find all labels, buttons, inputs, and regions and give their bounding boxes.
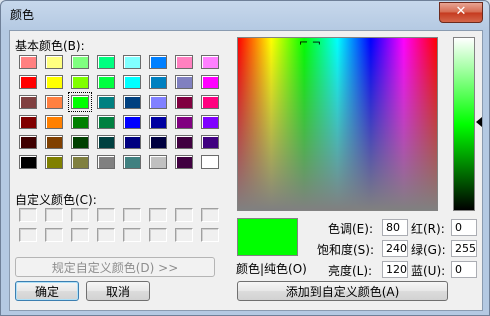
basic-color-swatch[interactable] [149,55,167,69]
color-dialog: 颜色 ✕ 基本颜色(B): 自定义颜色(C): 规定自定义颜色(D) >> 确定… [0,0,490,316]
basic-color-swatch[interactable] [149,135,167,149]
basic-color-swatch[interactable] [19,115,37,129]
basic-color-swatch[interactable] [19,55,37,69]
basic-color-swatch[interactable] [97,55,115,69]
basic-color-swatch[interactable] [123,55,141,69]
basic-color-swatch[interactable] [201,75,219,89]
custom-color-swatch[interactable] [71,228,89,242]
basic-colors-label: 基本颜色(B): [15,39,85,53]
basic-color-swatch[interactable] [97,95,115,109]
define-custom-colors-button[interactable]: 规定自定义颜色(D) >> [15,257,215,277]
custom-color-swatch[interactable] [97,208,115,222]
basic-color-swatch[interactable] [19,155,37,169]
basic-color-swatch[interactable] [175,135,193,149]
custom-color-swatch[interactable] [19,208,37,222]
basic-color-swatch[interactable] [71,55,89,69]
basic-color-swatch[interactable] [175,115,193,129]
custom-color-swatch[interactable] [123,208,141,222]
basic-color-swatch[interactable] [123,75,141,89]
custom-color-swatch[interactable] [149,208,167,222]
basic-color-swatch[interactable] [175,155,193,169]
basic-color-swatch[interactable] [45,75,63,89]
basic-color-swatch[interactable] [97,135,115,149]
basic-color-swatch[interactable] [149,115,167,129]
basic-color-swatch[interactable] [19,135,37,149]
custom-colors-label: 自定义颜色(C): [15,193,97,207]
hue-field[interactable]: 80 [382,219,408,236]
basic-color-swatch[interactable] [71,115,89,129]
basic-color-swatch[interactable] [201,95,219,109]
basic-color-swatch[interactable] [45,115,63,129]
red-label: 红(R): [411,222,445,236]
hue-label: 色调(E): [328,222,373,236]
basic-color-swatch[interactable] [123,155,141,169]
dialog-client: 基本颜色(B): 自定义颜色(C): 规定自定义颜色(D) >> 确定 取消 ⌐… [9,30,483,311]
luminance-field[interactable]: 120 [382,261,408,278]
basic-color-swatch[interactable] [45,155,63,169]
ok-button[interactable]: 确定 [15,281,79,301]
custom-color-swatch[interactable] [45,228,63,242]
basic-color-swatch[interactable] [175,55,193,69]
saturation-label: 饱和度(S): [317,243,375,257]
add-to-custom-colors-button[interactable]: 添加到自定义颜色(A) [237,281,448,301]
arrow-left-icon[interactable] [476,117,482,127]
title-bar[interactable]: 颜色 ✕ [1,1,489,29]
basic-color-swatch[interactable] [201,155,219,169]
crosshair-icon[interactable]: ⌐ ¬ [299,37,321,48]
basic-color-swatch[interactable] [45,55,63,69]
green-field[interactable]: 255 [451,240,477,257]
cancel-button[interactable]: 取消 [86,281,150,301]
basic-color-swatch[interactable] [149,95,167,109]
basic-color-swatch[interactable] [175,75,193,89]
basic-color-swatch[interactable] [71,75,89,89]
custom-color-swatch[interactable] [97,228,115,242]
saturation-field[interactable]: 240 [382,240,408,257]
window-title: 颜色 [10,8,35,22]
basic-color-swatch[interactable] [175,95,193,109]
basic-color-swatch[interactable] [149,155,167,169]
custom-color-swatch[interactable] [19,228,37,242]
basic-color-swatch[interactable] [97,115,115,129]
color-solid-label: 颜色|纯色(O) [236,262,307,276]
color-preview [237,218,298,256]
custom-color-swatch[interactable] [175,228,193,242]
basic-color-swatch[interactable] [123,95,141,109]
custom-color-swatch[interactable] [71,208,89,222]
basic-color-swatch[interactable] [45,95,63,109]
color-spectrum[interactable]: ⌐ ¬ [237,37,438,211]
basic-color-swatch[interactable] [19,95,37,109]
basic-color-swatch[interactable] [19,75,37,89]
custom-color-swatch[interactable] [45,208,63,222]
blue-label: 蓝(U): [411,264,446,278]
custom-color-swatch[interactable] [123,228,141,242]
basic-color-swatch[interactable] [201,135,219,149]
basic-color-swatch[interactable] [201,115,219,129]
luminance-label: 亮度(L): [328,264,373,278]
basic-color-swatch[interactable] [123,135,141,149]
basic-color-swatch[interactable] [123,115,141,129]
basic-color-swatch[interactable] [71,155,89,169]
blue-field[interactable]: 0 [451,261,477,278]
green-label: 绿(G): [411,243,446,257]
basic-color-swatch[interactable] [201,55,219,69]
basic-color-swatch[interactable] [97,75,115,89]
basic-color-swatch[interactable] [149,75,167,89]
basic-color-swatch[interactable] [71,135,89,149]
custom-color-swatch[interactable] [149,228,167,242]
custom-color-swatch[interactable] [201,228,219,242]
basic-color-swatch[interactable] [45,135,63,149]
custom-color-swatch[interactable] [201,208,219,222]
basic-color-swatch[interactable] [97,155,115,169]
basic-color-swatch[interactable] [68,92,92,112]
close-icon: ✕ [455,4,467,19]
red-field[interactable]: 0 [451,219,477,236]
luminance-bar[interactable] [453,37,475,211]
custom-color-swatch[interactable] [175,208,193,222]
close-button[interactable]: ✕ [439,2,483,23]
